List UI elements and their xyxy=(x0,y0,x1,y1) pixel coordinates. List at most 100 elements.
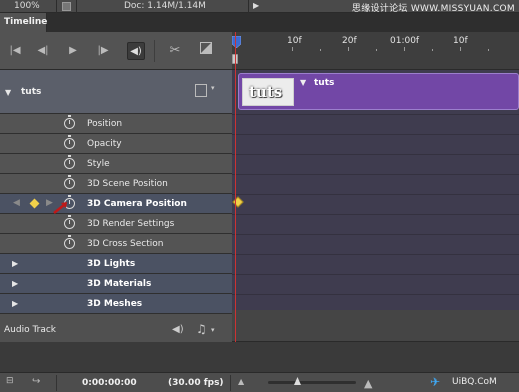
track-divider xyxy=(232,274,519,275)
empty-panel-area xyxy=(0,342,519,372)
tick xyxy=(292,47,293,51)
add-keyframe-diamond-icon[interactable] xyxy=(29,198,40,209)
film-strip-icon[interactable] xyxy=(195,84,207,97)
divider xyxy=(248,0,249,13)
track-divider xyxy=(232,154,519,155)
speaker-icon[interactable]: ◀) xyxy=(172,324,184,335)
render-video-icon[interactable]: ↪ xyxy=(32,376,40,387)
split-at-playhead-icon[interactable]: ✂ xyxy=(166,42,184,60)
audio-track-lane[interactable] xyxy=(232,310,519,342)
audio-icon[interactable]: ◀) xyxy=(127,42,145,60)
stopwatch-icon[interactable] xyxy=(64,235,75,249)
panel-tab-row: Timeline xyxy=(0,13,519,32)
layer-name: tuts xyxy=(21,87,42,97)
track-divider xyxy=(232,294,519,295)
tick-label: 01:00f xyxy=(390,36,420,46)
tick xyxy=(376,49,377,51)
frame-rate: (30.00 fps) xyxy=(168,378,224,388)
property-label: 3D Cross Section xyxy=(87,239,164,249)
previous-frame-icon[interactable]: ◀| xyxy=(34,42,52,60)
tick xyxy=(460,47,461,51)
document-status-bar: 100% Doc: 1.14M/1.14M ▶ 思缘设计论坛 WWW.MISSY… xyxy=(0,0,519,14)
play-icon[interactable]: ▶ xyxy=(64,42,82,60)
tick xyxy=(432,49,433,51)
divider xyxy=(154,40,155,62)
property-row-position[interactable]: Position xyxy=(0,114,232,134)
track-divider xyxy=(232,214,519,215)
zoom-level[interactable]: 100% xyxy=(14,1,40,11)
stopwatch-icon[interactable] xyxy=(64,155,75,169)
clip-menu-triangle-icon[interactable]: ▼ xyxy=(300,78,306,87)
group-row-3d-meshes[interactable]: ▶ 3D Meshes xyxy=(0,294,232,314)
tick-label: 10f xyxy=(287,36,302,46)
transport-controls: |◀ ◀| ▶ |▶ ◀) ✂ xyxy=(0,32,232,70)
group-row-3d-materials[interactable]: ▶ 3D Materials xyxy=(0,274,232,294)
stopwatch-icon[interactable] xyxy=(64,115,75,129)
expand-triangle-icon[interactable]: ▶ xyxy=(12,299,18,308)
playhead-line[interactable] xyxy=(235,32,236,342)
watermark-logo-icon: ✈ xyxy=(430,375,441,389)
property-label: 3D Camera Position xyxy=(87,199,187,209)
audio-track-label: Audio Track xyxy=(4,325,56,335)
property-label: 3D Scene Position xyxy=(87,179,168,189)
tick-label: 10f xyxy=(453,36,468,46)
track-divider xyxy=(232,234,519,235)
group-label: 3D Meshes xyxy=(87,299,143,309)
transition-icon[interactable] xyxy=(197,42,215,60)
previous-keyframe-icon[interactable]: ◀ xyxy=(13,198,20,208)
zoom-in-mountain-icon[interactable]: ▲ xyxy=(364,377,372,390)
track-divider xyxy=(232,174,519,175)
property-label: 3D Render Settings xyxy=(87,219,175,229)
property-row-opacity[interactable]: Opacity xyxy=(0,134,232,154)
tick xyxy=(488,49,489,51)
group-label: 3D Materials xyxy=(87,279,152,289)
stopwatch-icon[interactable] xyxy=(64,135,75,149)
tab-timeline[interactable]: Timeline xyxy=(0,13,47,32)
clip-name: tuts xyxy=(314,78,335,88)
chevron-down-icon[interactable]: ▾ xyxy=(211,326,215,334)
property-label: Opacity xyxy=(87,139,122,149)
time-ruler[interactable]: 10f 20f 01:00f 10f xyxy=(232,32,519,70)
expand-triangle-icon[interactable]: ▶ xyxy=(12,259,18,268)
group-row-3d-lights[interactable]: ▶ 3D Lights xyxy=(0,254,232,274)
layer-row-tuts[interactable]: ▼ tuts ▾ xyxy=(0,70,232,114)
current-timecode[interactable]: 0:00:00:00 xyxy=(82,378,137,388)
status-menu-arrow-icon[interactable]: ▶ xyxy=(253,1,259,10)
document-size: Doc: 1.14M/1.14M xyxy=(124,1,206,11)
red-arrow-icon xyxy=(53,202,67,214)
zoom-slider-track[interactable] xyxy=(268,381,356,384)
convert-icon[interactable]: ⊟ xyxy=(6,376,14,386)
thumbnail-text: tuts xyxy=(249,83,283,101)
watermark-text: UiBQ.CoM xyxy=(452,377,497,387)
track-area[interactable]: tuts ▼ tuts xyxy=(232,70,519,342)
chevron-down-icon[interactable]: ▾ xyxy=(211,84,215,92)
timeline-footer: ⊟ ↪ 0:00:00:00 (30.00 fps) ▲ ▲ ✈ UiBQ.Co… xyxy=(0,372,519,392)
property-label: Position xyxy=(87,119,123,129)
property-row-3d-scene-position[interactable]: 3D Scene Position xyxy=(0,174,232,194)
zoom-out-mountain-icon[interactable]: ▲ xyxy=(238,377,244,386)
layer-list: ▼ tuts ▾ Position Opacity Style 3D Scene… xyxy=(0,70,232,346)
property-row-3d-render-settings[interactable]: 3D Render Settings xyxy=(0,214,232,234)
tick xyxy=(404,47,405,51)
document-icon[interactable] xyxy=(62,2,71,11)
playhead-handle-icon[interactable] xyxy=(232,36,241,48)
property-row-style[interactable]: Style xyxy=(0,154,232,174)
layer-clip-tuts[interactable]: tuts ▼ tuts xyxy=(238,73,519,110)
track-divider xyxy=(232,194,519,195)
music-note-icon[interactable]: ♫ xyxy=(196,322,207,336)
expand-triangle-icon[interactable]: ▶ xyxy=(12,279,18,288)
tab-timeline-label: Timeline xyxy=(4,17,48,27)
property-row-3d-cross-section[interactable]: 3D Cross Section xyxy=(0,234,232,254)
track-divider xyxy=(232,134,519,135)
next-frame-icon[interactable]: |▶ xyxy=(94,42,112,60)
property-row-3d-camera-position[interactable]: ◀ ▶ 3D Camera Position xyxy=(0,194,232,214)
stopwatch-icon[interactable] xyxy=(64,215,75,229)
divider xyxy=(230,375,231,391)
track-divider xyxy=(232,114,519,115)
collapse-triangle-icon[interactable]: ▼ xyxy=(5,88,11,97)
go-to-first-frame-icon[interactable]: |◀ xyxy=(6,42,24,60)
tick xyxy=(348,47,349,51)
clip-thumbnail: tuts xyxy=(242,78,294,106)
divider xyxy=(56,0,57,13)
stopwatch-icon[interactable] xyxy=(64,175,75,189)
